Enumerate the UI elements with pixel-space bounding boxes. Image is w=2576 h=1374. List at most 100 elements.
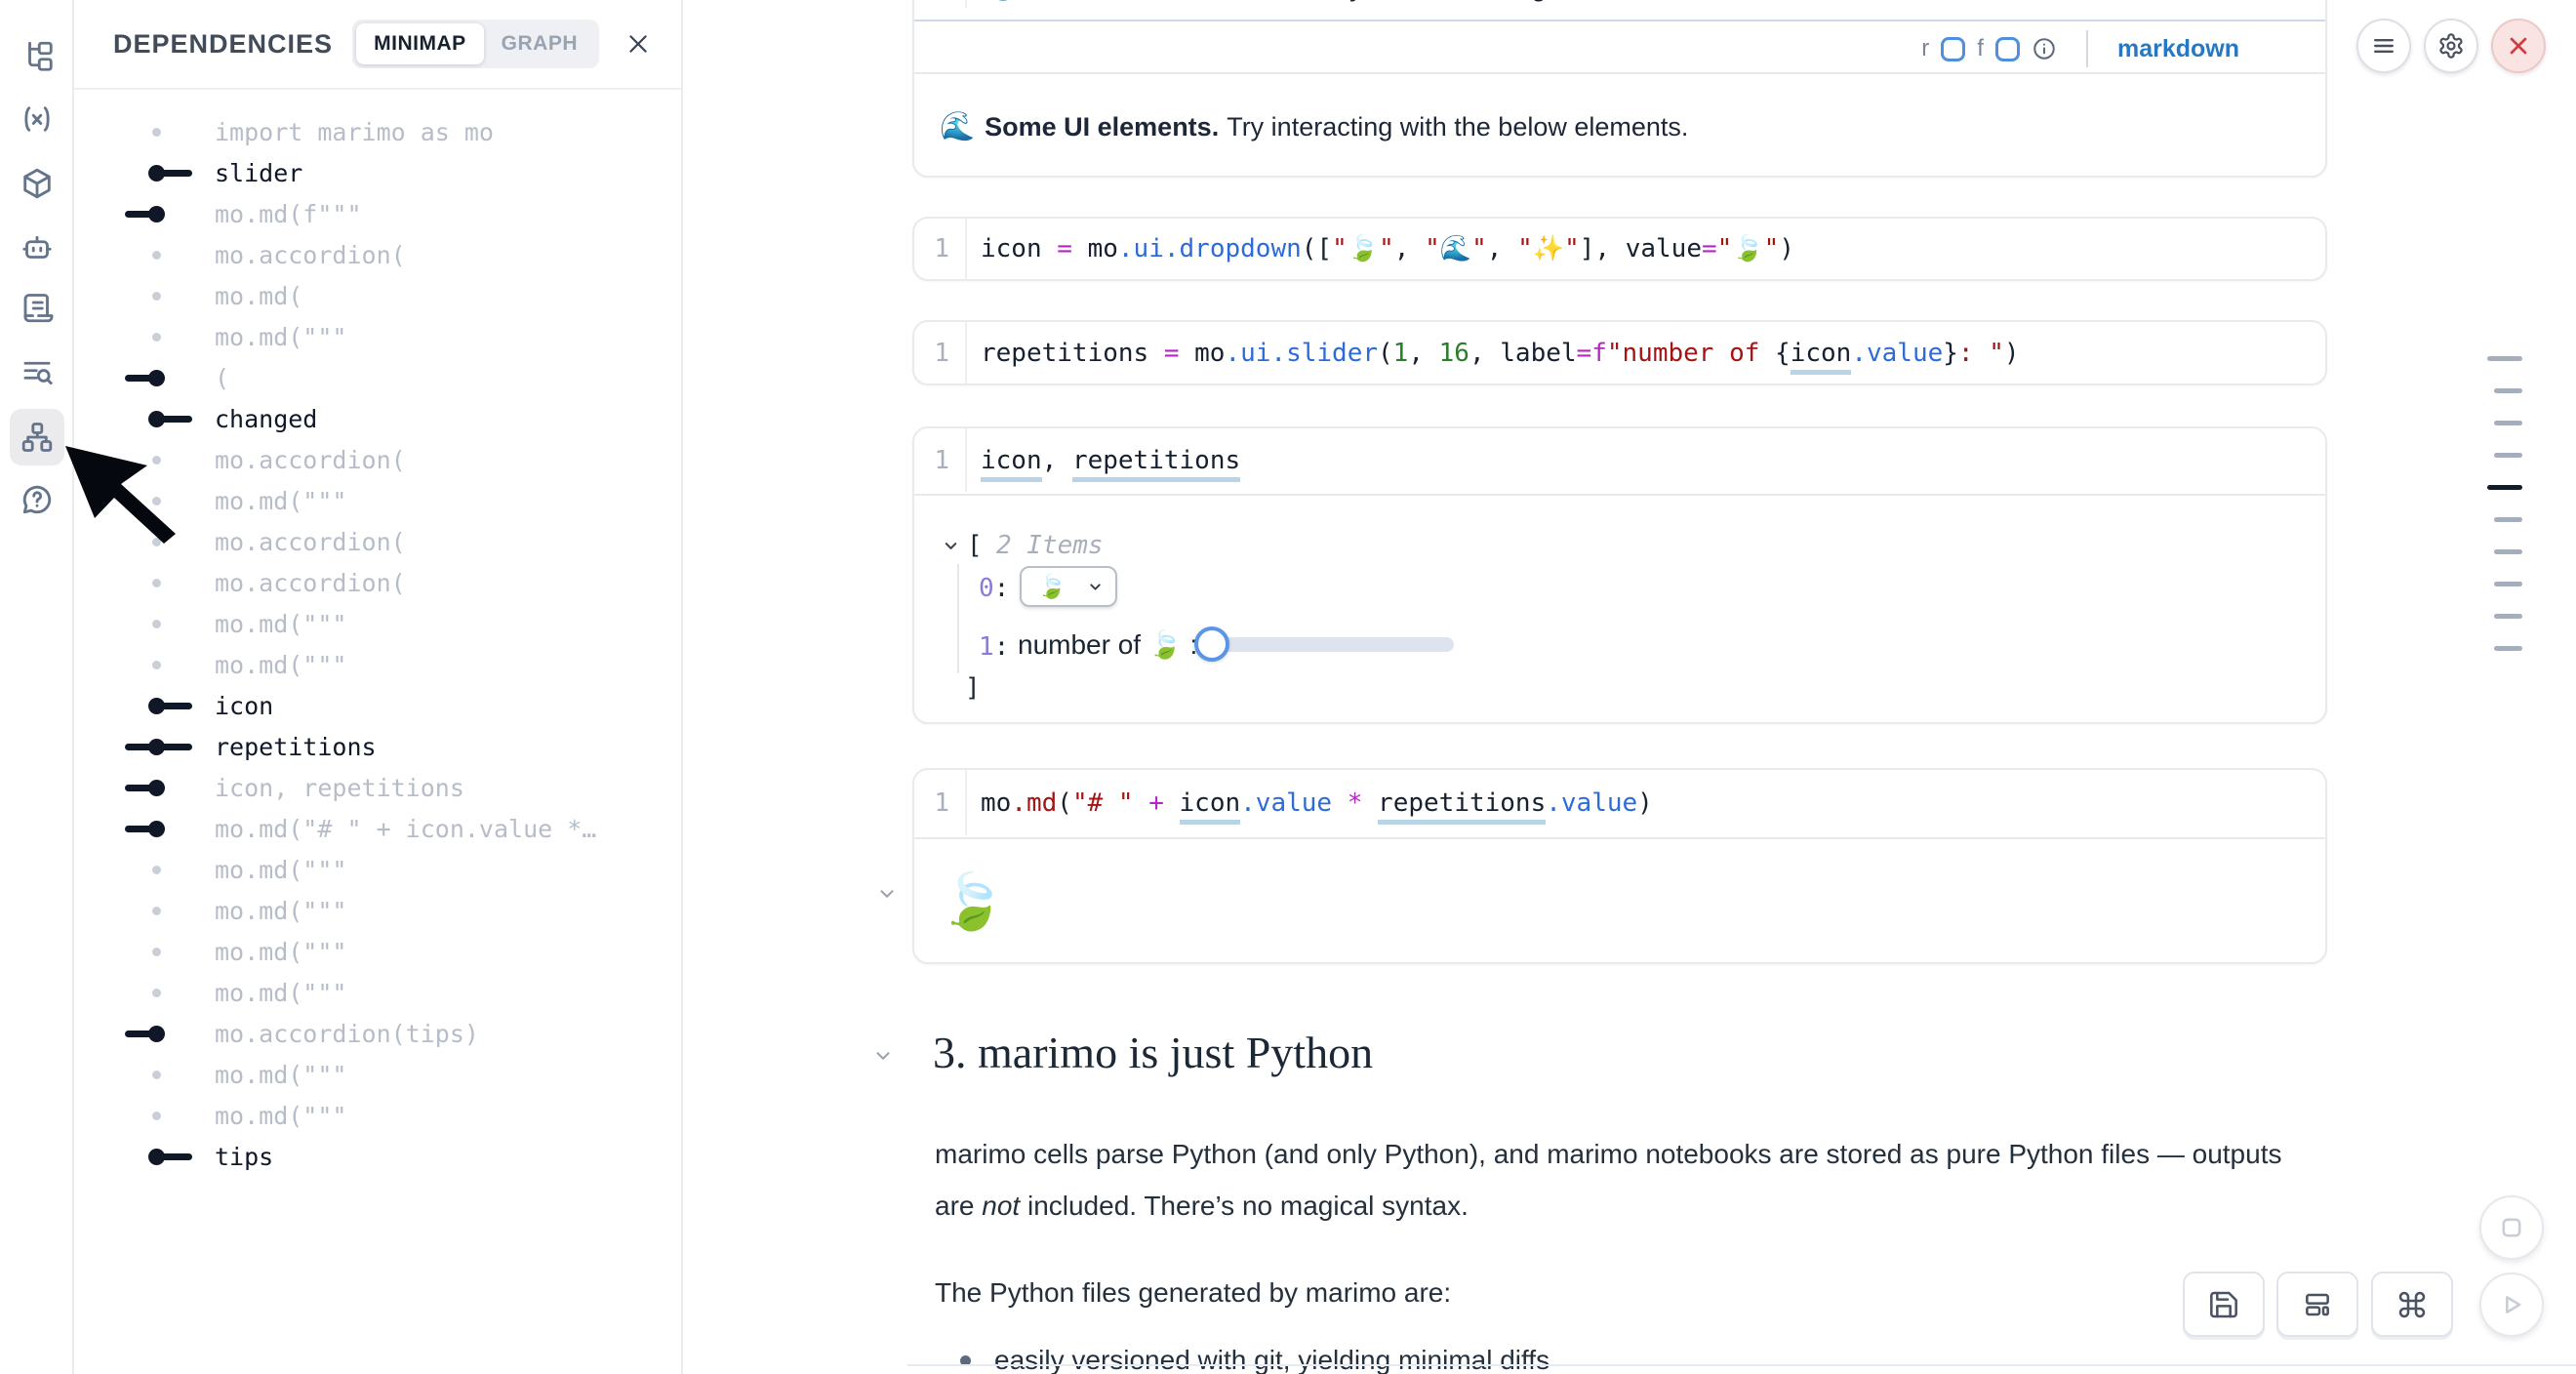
format-checkbox[interactable] (1995, 37, 2020, 61)
minimap-item[interactable]: mo.accordion( (74, 234, 681, 275)
chevron-down-icon[interactable] (942, 537, 960, 555)
sidebar-item-file-explorer[interactable] (20, 38, 55, 73)
sidebar-item-variables[interactable] (20, 101, 55, 137)
minimap-item[interactable]: changed (74, 398, 681, 439)
minimap-item[interactable]: ( (74, 357, 681, 398)
minimap-item[interactable]: mo.md(""" (74, 1054, 681, 1095)
minimap-item[interactable]: mo.accordion(tips) (74, 1013, 681, 1054)
minimap-item[interactable]: repetitions (74, 726, 681, 767)
format-flag-label: f (1977, 35, 1984, 62)
minimap-item[interactable]: import marimo as mo (74, 111, 681, 152)
cell-markdown-ui-elements[interactable]: 1 🌊 Some UI elements. Try interacting wi… (912, 0, 2327, 178)
sidebar-item-ai-assistant[interactable] (20, 229, 55, 264)
cell-editor[interactable]: 1 mo.md("# " + icon.value * repetitions.… (914, 770, 2325, 835)
sidebar-item-help[interactable] (20, 482, 55, 517)
reactive-checkbox[interactable] (1941, 37, 1965, 61)
play-icon (2498, 1291, 2525, 1318)
scroll-dash[interactable] (2494, 453, 2522, 458)
chevron-down-icon[interactable] (872, 1045, 894, 1067)
close-icon (625, 31, 651, 57)
leaf-emoji: 🍃 (1037, 573, 1067, 600)
code-line: repetitions = mo.ui.slider(1, 16, label=… (967, 339, 2020, 368)
minimap-item[interactable]: mo.md( (74, 275, 681, 316)
cell-expression[interactable]: 1 icon, repetitions [ 2 Items 0: 🍃 1: nu… (912, 426, 2327, 724)
minimap-item-label: mo.md(""" (215, 938, 346, 966)
scroll-dash-active[interactable] (2487, 485, 2522, 490)
editor-divider (914, 20, 2325, 21)
tab-minimap[interactable]: MINIMAP (356, 23, 484, 64)
minimap-item-label: mo.md(""" (215, 487, 346, 515)
notebook-menu-button[interactable] (2356, 19, 2411, 73)
settings-button[interactable] (2424, 19, 2478, 73)
scroll-dash[interactable] (2487, 356, 2522, 361)
minimap-item[interactable]: mo.md(f""" (74, 193, 681, 234)
minimap-item-label: import marimo as mo (215, 118, 494, 146)
minimap-item[interactable]: icon (74, 685, 681, 726)
language-toggle[interactable]: markdown (2117, 35, 2239, 63)
minimap-item[interactable]: mo.md(""" (74, 849, 681, 890)
icon-dropdown-select[interactable]: 🍃 (1020, 566, 1117, 607)
code-line: icon = mo.ui.dropdown(["🍃", "🌊", "✨"], v… (967, 234, 1794, 263)
stop-button[interactable] (2479, 1195, 2544, 1260)
cell-editor[interactable]: 1 🌊 Some UI elements. Try interacting wi… (914, 0, 2325, 8)
cell-marker-icon (125, 275, 195, 316)
minimap-item[interactable]: mo.md(""" (74, 931, 681, 972)
minimap-item[interactable]: mo.md(""" (74, 603, 681, 644)
scroll-icon (20, 291, 55, 326)
cell-marker-icon (125, 152, 195, 193)
line-number: 1 (914, 428, 967, 492)
minimap-item[interactable]: mo.md(""" (74, 316, 681, 357)
panel-close-button[interactable] (621, 26, 656, 61)
cell-output: 🌊 Some UI elements. Try interacting with… (914, 74, 2325, 180)
dependencies-panel: DEPENDENCIES MINIMAP GRAPH import marimo… (74, 0, 683, 1374)
cell-editor[interactable]: 1 repetitions = mo.ui.slider(1, 16, labe… (914, 322, 2325, 384)
minimap-item[interactable]: mo.accordion( (74, 562, 681, 603)
chevron-down-icon[interactable] (876, 883, 898, 905)
scroll-dash[interactable] (2494, 582, 2522, 586)
minimap-item[interactable]: mo.md(""" (74, 644, 681, 685)
minimap-item-label: ( (215, 364, 229, 392)
slider-track[interactable] (1212, 637, 1454, 652)
run-button[interactable] (2479, 1273, 2544, 1337)
minimap-item[interactable]: mo.md(""" (74, 972, 681, 1013)
minimap-item-label: mo.md(""" (215, 651, 346, 679)
cell-icon-dropdown[interactable]: 1 icon = mo.ui.dropdown(["🍃", "🌊", "✨"],… (912, 217, 2327, 281)
minimap-item-label: mo.accordion( (215, 241, 406, 269)
minimap-item[interactable]: mo.md("# " + icon.value *… (74, 808, 681, 849)
sidebar-item-snippets[interactable] (20, 291, 55, 326)
sidebar-item-logs[interactable] (20, 355, 55, 390)
tab-graph[interactable]: GRAPH (484, 23, 595, 64)
cell-md-heading[interactable]: 1 mo.md("# " + icon.value * repetitions.… (912, 768, 2327, 964)
scroll-dash[interactable] (2494, 517, 2522, 522)
scroll-dash[interactable] (2494, 646, 2522, 651)
line-number: 1 (914, 219, 967, 279)
minimap-item-label: mo.md(""" (215, 1102, 346, 1130)
cell-repetitions-slider[interactable]: 1 repetitions = mo.ui.slider(1, 16, labe… (912, 320, 2327, 385)
minimap-item[interactable]: mo.md(""" (74, 1095, 681, 1136)
scroll-dash[interactable] (2494, 421, 2522, 425)
minimap-item[interactable]: tips (74, 1136, 681, 1177)
minimap-item[interactable]: slider (74, 152, 681, 193)
scroll-dash[interactable] (2494, 614, 2522, 619)
minimap-item[interactable]: mo.accordion( (74, 439, 681, 480)
minimap-item[interactable]: mo.accordion( (74, 521, 681, 562)
save-button[interactable] (2183, 1272, 2265, 1337)
cell-editor[interactable]: 1 icon = mo.ui.dropdown(["🍃", "🌊", "✨"],… (914, 219, 2325, 279)
sidebar-item-dependencies[interactable] (20, 420, 55, 455)
leaf-emoji: 🍃 (938, 869, 1006, 934)
shutdown-button[interactable] (2491, 19, 2546, 73)
sidebar-item-packages[interactable] (20, 166, 55, 201)
minimap-item[interactable]: icon, repetitions (74, 767, 681, 808)
scroll-dash[interactable] (2494, 388, 2522, 393)
line-number: 1 (914, 0, 967, 8)
tree-index-0: 0: (979, 574, 1009, 603)
slider-knob[interactable] (1194, 626, 1229, 662)
cell-marker-icon (125, 1054, 195, 1095)
minimap-item[interactable]: mo.md(""" (74, 890, 681, 931)
info-icon[interactable] (2032, 36, 2057, 61)
command-palette-button[interactable] (2371, 1272, 2453, 1337)
minimap-item[interactable]: mo.md(""" (74, 480, 681, 521)
cell-editor[interactable]: 1 icon, repetitions (914, 428, 2325, 492)
layout-button[interactable] (2276, 1272, 2358, 1337)
scroll-dash[interactable] (2494, 549, 2522, 554)
